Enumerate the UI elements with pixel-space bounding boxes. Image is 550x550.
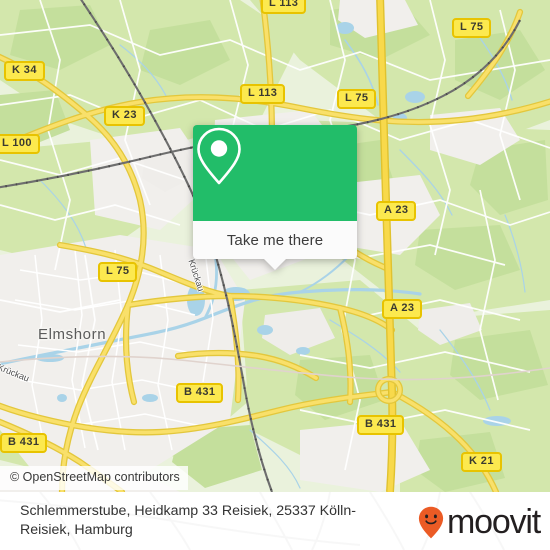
road-shield-l113-top[interactable]: L 113 [261, 0, 307, 14]
road-shield-k34[interactable]: K 34 [4, 61, 45, 81]
map-pin-icon [197, 127, 241, 185]
moovit-logo[interactable]: moovit [418, 503, 541, 541]
map-attribution[interactable]: © OpenStreetMap contributors [0, 466, 188, 490]
moovit-wordmark: moovit [447, 503, 541, 541]
road-shield-b431-left[interactable]: B 431 [0, 433, 48, 453]
take-me-there-label: Take me there [226, 231, 324, 249]
footer-bar: Schlemmerstube, Heidkamp 33 Reisiek, 253… [0, 492, 550, 550]
map-screenshot: Elmshorn Krückau Krückau L 113 L 75 K 34… [0, 0, 550, 550]
map-canvas[interactable]: Elmshorn Krückau Krückau L 113 L 75 K 34… [0, 0, 550, 492]
road-shield-l100[interactable]: L 100 [0, 134, 40, 154]
road-shield-a23-upper[interactable]: A 23 [376, 201, 417, 221]
card-header [193, 125, 357, 221]
place-label-elmshorn: Elmshorn [38, 326, 107, 343]
road-shield-a23-lower[interactable]: A 23 [382, 299, 423, 319]
moovit-smiley-pin-icon [418, 506, 444, 539]
road-shield-b431-right[interactable]: B 431 [357, 415, 405, 435]
card-pointer-arrow [264, 259, 286, 270]
road-shield-l75-left[interactable]: L 75 [98, 262, 138, 282]
card-action-bar[interactable]: Take me there [193, 221, 357, 270]
road-shield-l75-upper[interactable]: L 75 [337, 89, 377, 109]
road-shield-l75-topright[interactable]: L 75 [452, 18, 492, 38]
location-title: Schlemmerstube, Heidkamp 33 Reisiek, 253… [20, 503, 356, 538]
road-shield-k21[interactable]: K 21 [461, 452, 502, 472]
location-info-card[interactable]: Take me there [193, 125, 357, 270]
road-shield-k23[interactable]: K 23 [104, 106, 145, 126]
road-shield-l113[interactable]: L 113 [240, 84, 286, 104]
road-shield-b431-mid[interactable]: B 431 [176, 383, 224, 403]
